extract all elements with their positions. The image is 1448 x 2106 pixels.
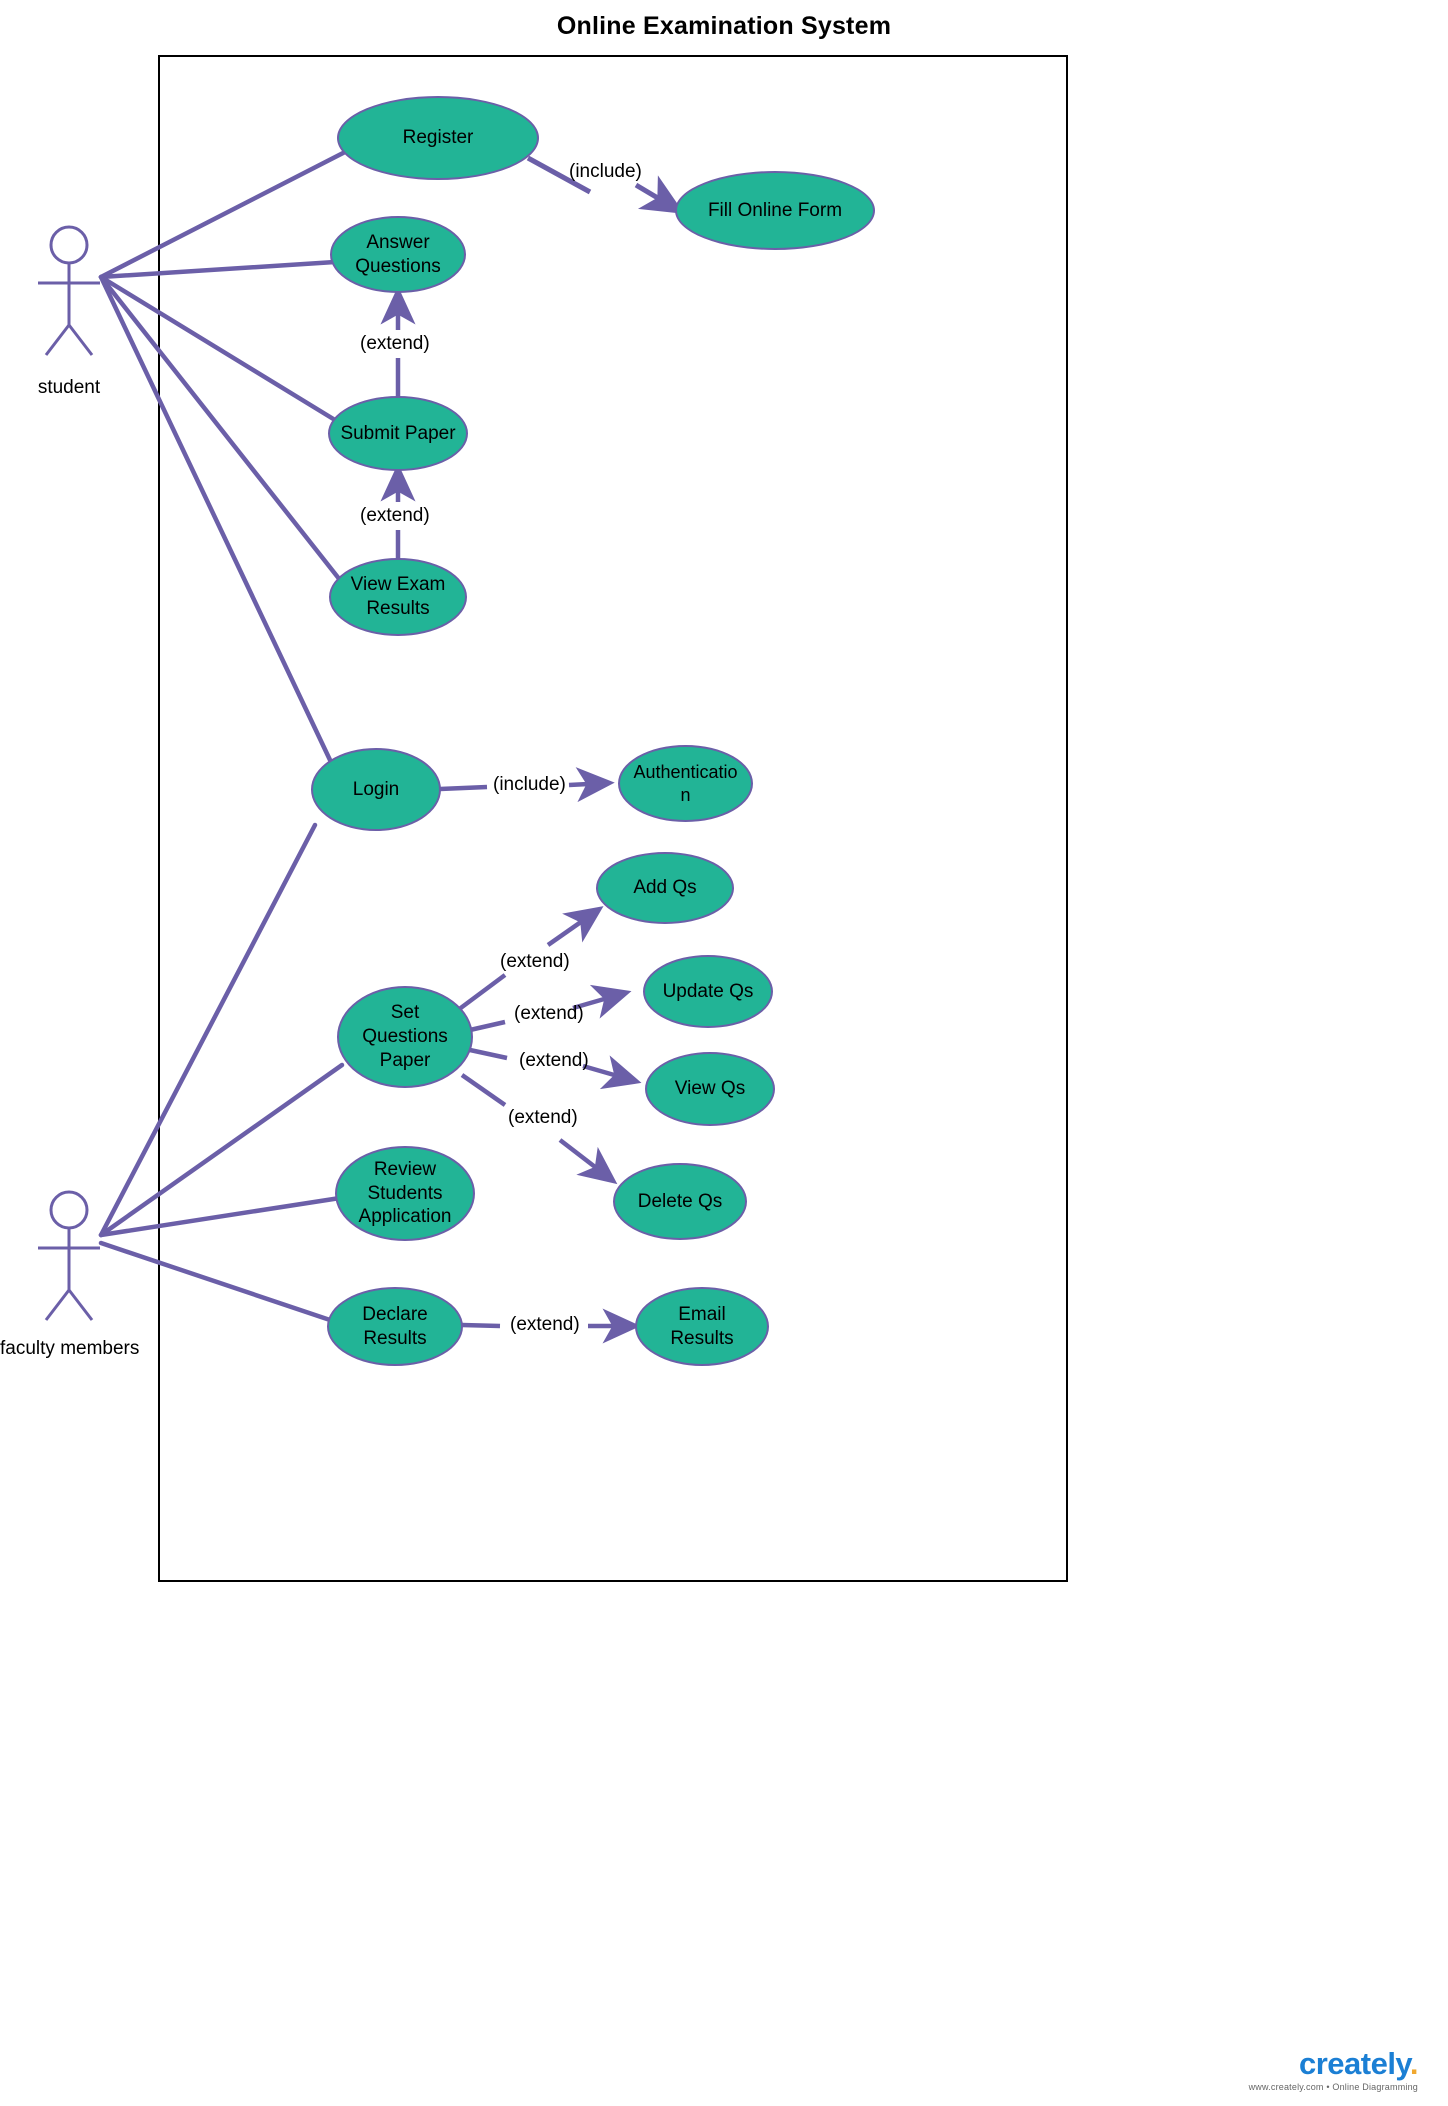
creately-brand-name: creately — [1298, 2046, 1410, 2081]
page-title: Online Examination System — [556, 12, 892, 40]
use-case-email-results[interactable]: Email Results — [635, 1287, 769, 1366]
actor-label-faculty-members: faculty members — [0, 1338, 140, 1359]
use-case-review-students-application[interactable]: Review Students Application — [335, 1146, 475, 1241]
use-case-register[interactable]: Register — [337, 96, 539, 180]
creately-tagline: www.creately.com • Online Diagramming — [1248, 2082, 1418, 2092]
edge-label-add-qs-extend: (extend) — [500, 951, 570, 972]
use-case-add-qs[interactable]: Add Qs — [596, 852, 734, 924]
use-case-view-exam-results[interactable]: View Exam Results — [329, 558, 467, 636]
actor-right-leg-line — [67, 324, 94, 356]
use-case-view-qs[interactable]: View Qs — [645, 1052, 775, 1126]
creately-watermark: creately. www.creately.com • Online Diag… — [1248, 2046, 1419, 2092]
use-case-login[interactable]: Login — [311, 748, 441, 831]
actor-head-icon — [49, 1190, 89, 1230]
edge-label-view-qs-extend: (extend) — [519, 1050, 589, 1071]
use-case-update-qs[interactable]: Update Qs — [643, 955, 773, 1028]
use-case-authentication[interactable]: Authenticatio n — [618, 745, 753, 822]
edge-label-login-include: (include) — [493, 774, 566, 795]
use-case-delete-qs[interactable]: Delete Qs — [613, 1163, 747, 1240]
use-case-answer-questions[interactable]: Answer Questions — [330, 216, 466, 293]
use-case-fill-online-form[interactable]: Fill Online Form — [675, 171, 875, 250]
actor-faculty-members[interactable] — [36, 1190, 166, 1330]
actor-left-leg-line — [44, 1289, 71, 1321]
actor-left-leg-line — [44, 324, 71, 356]
actor-student[interactable] — [36, 225, 166, 365]
edge-label-declare-email-extend: (extend) — [510, 1314, 580, 1335]
edge-label-submit-extend: (extend) — [360, 333, 430, 354]
creately-logo-text: creately. — [1249, 2046, 1419, 2081]
edge-label-update-qs-extend: (extend) — [514, 1003, 584, 1024]
diagram-canvas: Online Examination System student facult… — [0, 0, 1448, 2106]
creately-brand-accent: . — [1409, 2046, 1419, 2081]
actor-label-student: student — [37, 377, 101, 398]
edge-label-register-include: (include) — [569, 161, 642, 182]
actor-head-icon — [49, 225, 89, 265]
system-boundary-box — [158, 55, 1068, 1582]
use-case-declare-results[interactable]: Declare Results — [327, 1287, 463, 1366]
use-case-submit-paper[interactable]: Submit Paper — [328, 396, 468, 471]
edge-label-delete-qs-extend: (extend) — [508, 1107, 578, 1128]
actor-right-leg-line — [67, 1289, 94, 1321]
use-case-set-questions-paper[interactable]: Set Questions Paper — [337, 986, 473, 1088]
edge-label-view-extend: (extend) — [360, 505, 430, 526]
